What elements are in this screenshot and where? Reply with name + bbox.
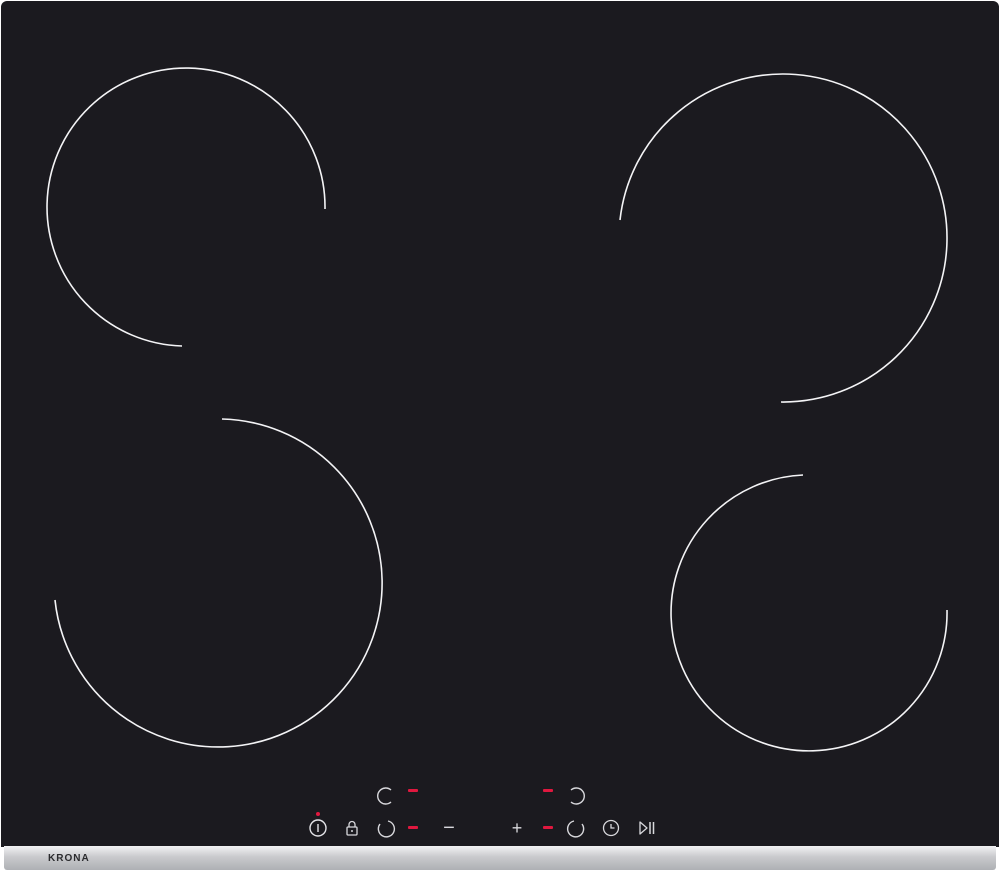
power-icon xyxy=(309,819,327,837)
display-front-left xyxy=(408,826,418,829)
play-pause-icon xyxy=(639,821,655,835)
zone-selector-front-right[interactable] xyxy=(564,816,588,840)
zone-selector-rear-left[interactable] xyxy=(374,784,398,808)
minus-button[interactable]: − xyxy=(437,816,461,840)
glass-surface xyxy=(1,1,999,847)
display-rear-left xyxy=(408,789,418,792)
plus-button[interactable]: + xyxy=(505,816,529,840)
front-trim xyxy=(4,846,996,870)
arc-front-right-icon xyxy=(566,820,585,838)
arc-rear-left-icon xyxy=(377,787,392,805)
arc-front-left-icon xyxy=(377,820,396,838)
display-front-right xyxy=(543,826,553,829)
clock-icon xyxy=(602,819,620,837)
brand-logo: KRONA xyxy=(48,853,90,864)
pause-button[interactable] xyxy=(635,816,659,840)
display-rear-right xyxy=(543,789,553,792)
zone-selector-front-left[interactable] xyxy=(374,816,398,840)
child-lock-button[interactable] xyxy=(340,816,364,840)
arc-rear-right-icon xyxy=(570,787,585,805)
lock-icon xyxy=(346,820,358,836)
timer-button[interactable] xyxy=(599,816,623,840)
zone-selector-rear-right[interactable] xyxy=(564,784,588,808)
power-button[interactable] xyxy=(306,816,330,840)
cooktop: − + KRONA xyxy=(0,0,1000,872)
